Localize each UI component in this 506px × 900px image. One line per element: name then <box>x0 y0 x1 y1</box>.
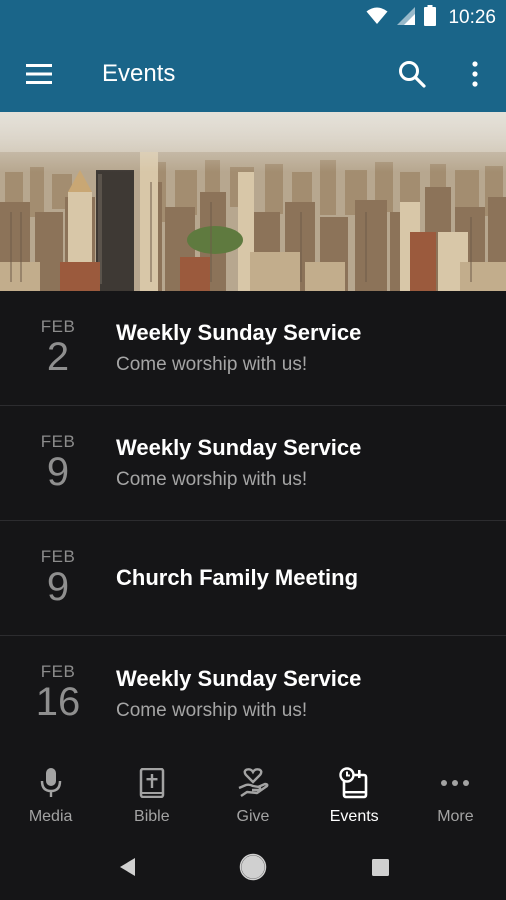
hero-image <box>0 112 506 291</box>
nav-label: More <box>437 808 474 825</box>
event-subtitle: Come worship with us! <box>116 469 308 490</box>
battery-icon <box>424 5 437 31</box>
bottom-nav: Media Bible Give Events More <box>0 752 506 832</box>
event-subtitle: Come worship with us! <box>116 354 308 375</box>
menu-button[interactable] <box>22 56 58 92</box>
status-time: 10:26 <box>448 7 496 28</box>
nav-events[interactable]: Events <box>304 752 405 832</box>
event-date: FEB 2 <box>28 317 88 377</box>
back-icon <box>120 858 135 876</box>
status-icons: 10:26 <box>366 5 496 31</box>
event-date: FEB 9 <box>28 432 88 492</box>
recents-icon <box>372 859 389 876</box>
wifi-icon <box>366 7 388 30</box>
nav-label: Bible <box>134 808 170 825</box>
event-item[interactable]: FEB 2 Weekly Sunday Service Come worship… <box>0 291 506 406</box>
recents-button[interactable] <box>365 852 395 882</box>
give-icon <box>237 766 269 800</box>
search-button[interactable] <box>394 56 430 92</box>
nav-label: Events <box>329 808 379 825</box>
nav-give[interactable]: Give <box>202 752 303 832</box>
event-day: 9 <box>46 450 70 494</box>
signal-icon <box>396 6 416 31</box>
event-title: Weekly Sunday Service <box>116 320 362 345</box>
event-day: 2 <box>46 335 70 379</box>
status-bar: 10:26 <box>0 0 506 36</box>
system-nav-bar <box>0 832 506 900</box>
event-title: Church Family Meeting <box>116 565 359 590</box>
search-icon <box>399 61 426 88</box>
bible-icon <box>136 766 168 800</box>
event-date: FEB 16 <box>28 662 88 722</box>
event-month: FEB <box>40 547 76 566</box>
event-day: 16 <box>35 680 81 724</box>
event-date: FEB 9 <box>28 547 88 607</box>
event-month: FEB <box>40 317 76 336</box>
event-info: Weekly Sunday Service Come worship with … <box>116 636 496 751</box>
event-info: Church Family Meeting <box>116 521 496 635</box>
app-bar: Events <box>0 36 506 112</box>
home-button[interactable] <box>238 852 268 882</box>
microphone-icon <box>35 766 67 800</box>
event-info: Weekly Sunday Service Come worship with … <box>116 406 496 520</box>
menu-icon <box>26 64 52 84</box>
overflow-menu-button[interactable] <box>458 56 494 92</box>
event-month: FEB <box>40 432 76 451</box>
event-item[interactable]: FEB 16 Weekly Sunday Service Come worshi… <box>0 636 506 751</box>
more-horiz-icon <box>439 766 471 800</box>
event-title: Weekly Sunday Service <box>116 435 362 460</box>
more-vert-icon <box>472 61 478 87</box>
events-list: FEB 2 Weekly Sunday Service Come worship… <box>0 291 506 752</box>
nav-more[interactable]: More <box>405 752 506 832</box>
nav-label: Media <box>28 808 73 825</box>
event-subtitle: Come worship with us! <box>116 699 308 721</box>
page-title: Events <box>102 60 176 87</box>
events-icon <box>338 766 370 800</box>
event-info: Weekly Sunday Service Come worship with … <box>116 291 496 405</box>
event-title: Weekly Sunday Service <box>116 665 362 691</box>
nav-bible[interactable]: Bible <box>101 752 202 832</box>
home-icon <box>239 853 267 881</box>
nav-media[interactable]: Media <box>0 752 101 832</box>
event-item[interactable]: FEB 9 Church Family Meeting <box>0 521 506 636</box>
event-item[interactable]: FEB 9 Weekly Sunday Service Come worship… <box>0 406 506 521</box>
back-button[interactable] <box>113 852 143 882</box>
event-month: FEB <box>40 662 76 681</box>
event-day: 9 <box>46 565 70 609</box>
nav-label: Give <box>236 808 270 825</box>
